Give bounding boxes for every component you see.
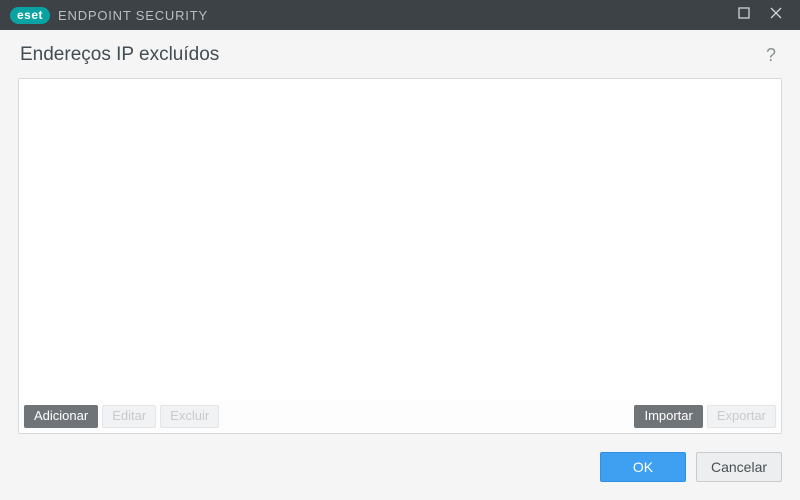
maximize-icon — [738, 6, 750, 24]
cancel-button[interactable]: Cancelar — [696, 452, 782, 482]
add-button[interactable]: Adicionar — [24, 405, 98, 428]
page-header: Endereços IP excluídos ? — [0, 30, 800, 72]
page-title: Endereços IP excluídos — [20, 44, 219, 66]
delete-button: Excluir — [160, 405, 219, 428]
brand-product: ENDPOINT SECURITY — [58, 8, 208, 23]
panel-toolbar: Adicionar Editar Excluir Importar Export… — [19, 401, 781, 433]
content-area: Adicionar Editar Excluir Importar Export… — [0, 72, 800, 434]
dialog-footer: OK Cancelar — [0, 434, 800, 500]
close-icon — [770, 6, 782, 24]
window-maximize-button[interactable] — [728, 0, 760, 30]
export-button: Exportar — [707, 405, 776, 428]
ok-button[interactable]: OK — [600, 452, 686, 482]
window-close-button[interactable] — [760, 0, 792, 30]
help-icon[interactable]: ? — [762, 44, 780, 66]
brand-badge: eset — [10, 7, 50, 24]
edit-button: Editar — [102, 405, 156, 428]
titlebar: eset ENDPOINT SECURITY — [0, 0, 800, 30]
import-button[interactable]: Importar — [634, 405, 702, 428]
ip-list-panel: Adicionar Editar Excluir Importar Export… — [18, 78, 782, 434]
ip-listbox[interactable] — [19, 79, 781, 401]
